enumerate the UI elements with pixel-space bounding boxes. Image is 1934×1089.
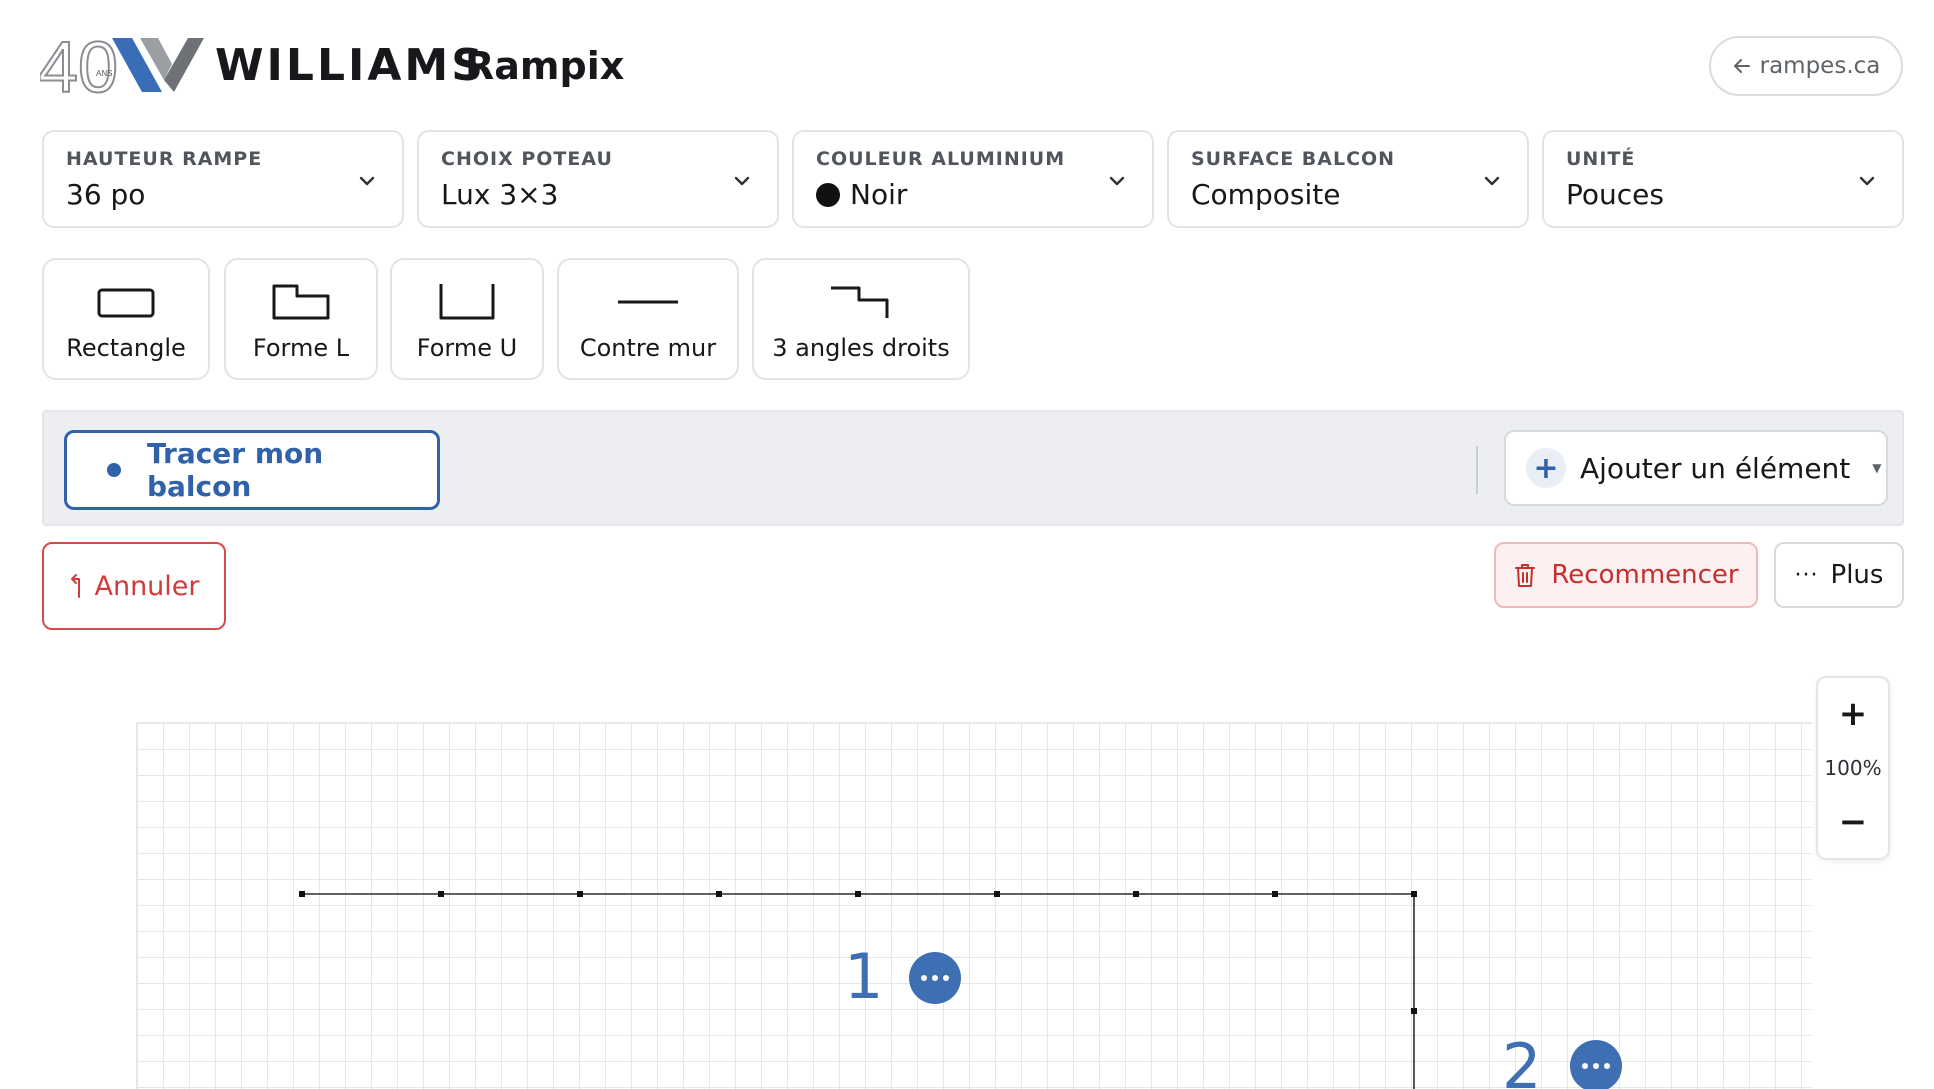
rampes-ca-link[interactable]: rampes.ca [1709, 36, 1903, 96]
select-value-text: Pouces [1566, 178, 1664, 211]
williams-40-ans-logo: 40 ANS [40, 30, 204, 100]
segment-number-1: 1 [844, 940, 884, 1013]
shape-l-button[interactable]: Forme L [224, 258, 378, 380]
trace-label: Tracer mon balcon [146, 437, 324, 503]
shape-contre-mur-button[interactable]: Contre mur [557, 258, 739, 380]
undo-label: Annuler [94, 570, 200, 602]
reset-button[interactable]: Recommencer [1494, 542, 1758, 608]
select-label: SURFACE BALCON [1191, 148, 1396, 170]
zoom-out-button[interactable]: − [1818, 794, 1888, 850]
chevron-down-icon [359, 176, 375, 186]
unite-select[interactable]: UNITÉ Pouces [1542, 130, 1904, 228]
couleur-aluminium-select[interactable]: COULEUR ALUMINIUM Noir [792, 130, 1154, 228]
select-value-text: 36 po [66, 178, 146, 211]
add-element-button[interactable]: + Ajouter un élément ▼ [1504, 430, 1888, 506]
select-value: 36 po [66, 178, 380, 211]
more-label: Plus [1830, 560, 1884, 590]
surface-balcon-select[interactable]: SURFACE BALCON Composite [1167, 130, 1529, 228]
brand-name: WILLIAMS [215, 40, 486, 91]
trash-icon [1515, 564, 1536, 587]
add-label: Ajouter un élément [1580, 451, 1851, 485]
undo-arrow-icon [71, 574, 81, 598]
segment-1-menu-button[interactable] [909, 952, 961, 1004]
shape-label: Rectangle [66, 334, 186, 362]
app-header: 40 ANS WILLIAMS Rampix rampes.ca [0, 0, 1934, 130]
shape-three-angles-button[interactable]: 3 angles droits [752, 258, 970, 380]
zoom-in-button[interactable]: + [1818, 686, 1888, 742]
rectangle-shape-icon [97, 288, 155, 318]
ellipsis-icon: ··· [1794, 562, 1819, 588]
three-right-angles-icon [831, 286, 889, 318]
select-value: Lux 3×3 [441, 178, 755, 211]
toolbar-divider [1476, 446, 1478, 494]
shape-label: Forme L [252, 334, 350, 362]
arrow-left-icon [1733, 59, 1750, 73]
chevron-down-icon [1859, 176, 1875, 186]
l-shape-icon [272, 284, 330, 320]
zoom-level: 100% [1824, 756, 1882, 780]
select-label: COULEUR ALUMINIUM [816, 148, 1066, 170]
more-options-button[interactable]: ··· Plus [1774, 542, 1904, 608]
segment-number-2: 2 [1502, 1030, 1542, 1089]
select-value-text: Composite [1191, 178, 1341, 211]
site-link-label: rampes.ca [1759, 53, 1881, 79]
select-value: Noir [816, 178, 1130, 211]
select-label: HAUTEUR RAMPE [66, 148, 263, 170]
chevron-down-icon [1109, 176, 1125, 186]
shape-label: Contre mur [579, 334, 717, 362]
undo-button[interactable]: Annuler [42, 542, 226, 630]
caret-down-icon: ▼ [1872, 461, 1882, 475]
product-name: Rampix [465, 44, 625, 88]
logo-years: 40 [40, 30, 118, 100]
zoom-controls: + 100% − [1816, 676, 1890, 860]
logo-ans: ANS [96, 69, 112, 78]
balcony-path[interactable] [136, 722, 1812, 1089]
select-label: UNITÉ [1566, 148, 1636, 170]
segment-2-menu-button[interactable] [1570, 1040, 1622, 1089]
hauteur-rampe-select[interactable]: HAUTEUR RAMPE 36 po [42, 130, 404, 228]
chevron-down-icon [1484, 176, 1500, 186]
trace-balcon-button[interactable]: Tracer mon balcon [64, 430, 440, 510]
select-value-text: Lux 3×3 [441, 178, 559, 211]
drawing-toolbar: Tracer mon balcon + Ajouter un élément ▼ [42, 410, 1904, 526]
chevron-down-icon [734, 176, 750, 186]
shape-rectangle-button[interactable]: Rectangle [42, 258, 210, 380]
color-swatch [816, 182, 840, 207]
reset-label: Recommencer [1551, 560, 1739, 590]
active-dot-icon [107, 463, 121, 477]
configuration-selects: HAUTEUR RAMPE 36 po CHOIX POTEAU Lux 3×3… [42, 130, 1904, 230]
wall-line-icon [618, 300, 678, 304]
choix-poteau-select[interactable]: CHOIX POTEAU Lux 3×3 [417, 130, 779, 228]
shape-label: Forme U [416, 334, 518, 362]
u-shape-icon [439, 284, 495, 320]
select-label: CHOIX POTEAU [441, 148, 613, 170]
shape-label: 3 angles droits [772, 334, 950, 362]
select-value: Composite [1191, 178, 1505, 211]
select-value-text: Noir [850, 178, 908, 211]
select-value: Pouces [1566, 178, 1880, 211]
shape-u-button[interactable]: Forme U [390, 258, 544, 380]
plus-icon: + [1526, 448, 1566, 488]
